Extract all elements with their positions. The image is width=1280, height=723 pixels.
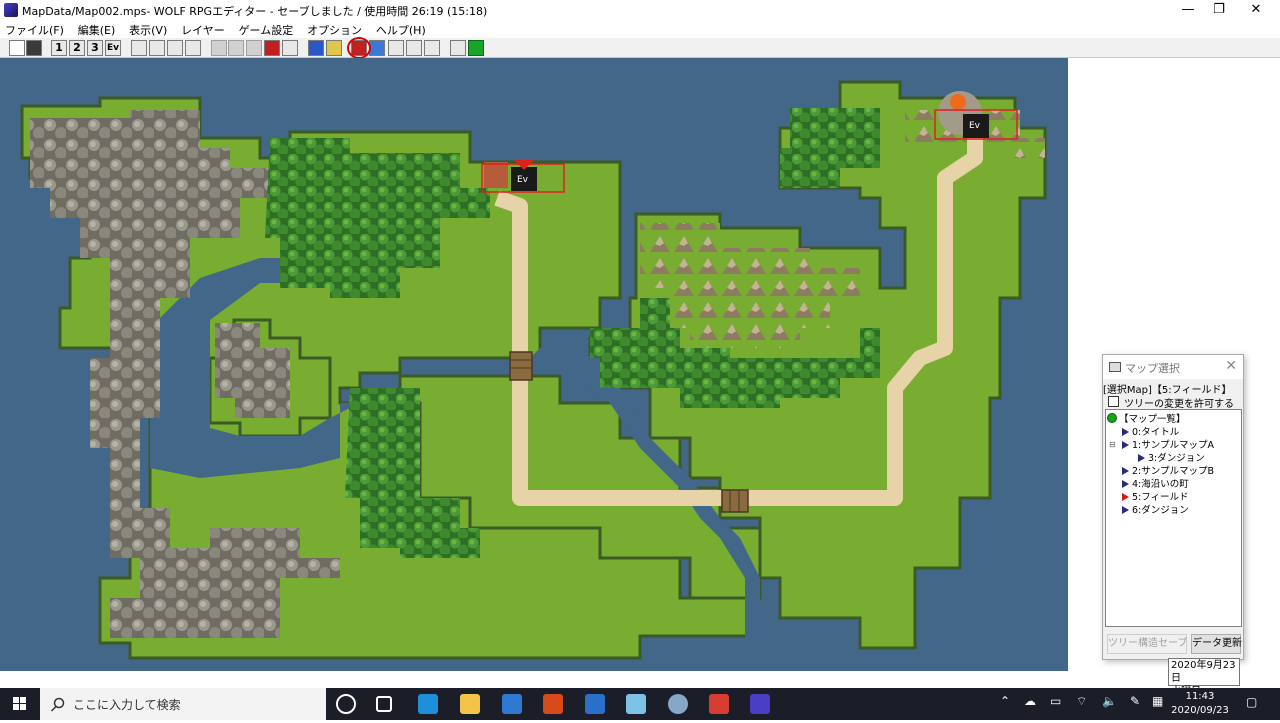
update-data-button[interactable]: データ更新 xyxy=(1191,634,1242,654)
allow-tree-change-label[interactable]: ツリーの変更を許可する xyxy=(1124,395,1234,410)
battery-icon[interactable]: ▭ xyxy=(1050,694,1061,708)
tooltip-date: 2020年9月23日 xyxy=(1171,660,1236,684)
taskbar-clock[interactable]: 11:43 2020/09/23 xyxy=(1170,690,1230,718)
pencil-icon[interactable] xyxy=(211,40,227,56)
windows-icon xyxy=(13,697,26,710)
map-terrain xyxy=(20,80,1047,660)
window-icon[interactable] xyxy=(450,40,466,56)
common-event-icon[interactable] xyxy=(369,40,385,56)
map-icon xyxy=(1122,480,1129,488)
edge-icon[interactable] xyxy=(418,694,438,714)
file-explorer-icon[interactable] xyxy=(460,694,480,714)
window-title: MapData/Map002.mps- WOLF RPGエディター - セーブし… xyxy=(22,5,488,18)
menu-options[interactable]: オプション xyxy=(302,20,367,38)
close-button[interactable]: ✕ xyxy=(1233,0,1279,20)
pen-icon[interactable]: ✎ xyxy=(1130,694,1140,708)
tree-expander-icon[interactable]: ⊟ xyxy=(1109,440,1116,449)
map-tree: 【マップ一覧】 0:タイトル ⊟ 1:サンプルマップA 3:ダンジョン 2:サン… xyxy=(1105,409,1242,627)
wolf-rpg-taskbar-icon[interactable] xyxy=(750,694,770,714)
store-icon[interactable] xyxy=(502,694,522,714)
office-icon[interactable] xyxy=(543,694,563,714)
mail-icon[interactable] xyxy=(709,694,729,714)
event-marker-town[interactable]: Ev xyxy=(517,175,528,185)
menu-layer[interactable]: レイヤー xyxy=(176,20,230,38)
search-icon[interactable] xyxy=(406,40,422,56)
network-icon[interactable]: ⌔ xyxy=(1076,694,1087,709)
paint-icon[interactable] xyxy=(668,694,688,714)
layer-2-button[interactable]: 2 xyxy=(69,40,85,56)
event-layer-button[interactable]: Ev xyxy=(105,40,121,56)
onedrive-icon[interactable]: ☁ xyxy=(1024,694,1036,708)
map-canvas[interactable]: Ev Ev xyxy=(0,58,1068,671)
map-icon xyxy=(1122,506,1129,514)
tree-item-title[interactable]: 0:タイトル xyxy=(1122,426,1179,439)
tree-item-dungeon-3[interactable]: 3:ダンジョン xyxy=(1138,452,1205,465)
map-icon xyxy=(1122,428,1129,436)
save-icon[interactable] xyxy=(26,40,42,56)
fill-tool-icon[interactable] xyxy=(264,40,280,56)
selected-map-icon xyxy=(1122,493,1129,501)
new-file-icon[interactable] xyxy=(9,40,25,56)
close-icon[interactable]: ✕ xyxy=(1225,358,1237,374)
tray-chevron-icon[interactable]: ⌃ xyxy=(1000,694,1010,708)
task-view-icon[interactable] xyxy=(376,696,392,712)
tree-root[interactable]: 【マップ一覧】 xyxy=(1107,413,1186,426)
tree-item-sample-a[interactable]: 1:サンプルマップA xyxy=(1122,439,1214,452)
tool-wrench-icon[interactable] xyxy=(388,40,404,56)
character-icon[interactable] xyxy=(424,40,440,56)
calculator-icon[interactable] xyxy=(585,694,605,714)
menu-bar: ファイル(F) 編集(E) 表示(V) レイヤー ゲーム設定 オプション ヘルプ… xyxy=(0,20,1280,38)
save-tree-button[interactable]: ツリー構造セーブ xyxy=(1107,634,1187,654)
volume-icon[interactable]: 🔈 xyxy=(1102,694,1117,708)
allow-tree-change-checkbox[interactable] xyxy=(1108,396,1119,407)
search-icon xyxy=(50,697,65,712)
cortana-icon[interactable] xyxy=(336,694,356,714)
play-test-icon[interactable] xyxy=(468,40,484,56)
allow-tree-change-row[interactable]: ツリーの変更を許可する xyxy=(1108,394,1238,410)
tree-item-seaside-town[interactable]: 4:海沿いの町 xyxy=(1122,478,1189,491)
red-highlight-circle xyxy=(347,37,371,59)
clock-time: 11:43 xyxy=(1185,691,1215,702)
zoom-3-icon[interactable] xyxy=(167,40,183,56)
tree-item-sample-b[interactable]: 2:サンプルマップB xyxy=(1122,465,1214,478)
tileset-icon[interactable] xyxy=(326,40,342,56)
start-button[interactable] xyxy=(0,688,40,720)
ime-icon[interactable]: ▦ xyxy=(1152,694,1163,708)
menu-file[interactable]: ファイル(F) xyxy=(0,20,69,38)
menu-help[interactable]: ヘルプ(H) xyxy=(371,20,431,38)
window-icon xyxy=(1109,362,1121,372)
taskbar: ここに入力して検索 ⌃ ☁ ▭ ⌔ 🔈 ✎ ▦ 11:43 2020/09/23… xyxy=(0,688,1280,720)
taskbar-search-box[interactable]: ここに入力して検索 xyxy=(40,688,326,720)
zoom-2-icon[interactable] xyxy=(149,40,165,56)
date-tooltip: 2020年9月23日 水曜日 xyxy=(1168,658,1240,697)
layer-3-button[interactable]: 3 xyxy=(87,40,103,56)
notepad-icon[interactable] xyxy=(626,694,646,714)
notification-icon[interactable]: ▢ xyxy=(1246,695,1257,709)
title-bar: MapData/Map002.mps- WOLF RPGエディター - セーブし… xyxy=(0,0,1280,20)
tree-item-field[interactable]: 5:フィールド xyxy=(1122,491,1189,504)
layer-1-button[interactable]: 1 xyxy=(51,40,67,56)
map-select-titlebar[interactable]: マップ選択 ✕ xyxy=(1103,355,1243,379)
map-settings-icon[interactable] xyxy=(308,40,324,56)
zoom-4-icon[interactable] xyxy=(185,40,201,56)
map-icon xyxy=(1138,454,1145,462)
map-icon xyxy=(1122,467,1129,475)
wolf-rpg-app-icon xyxy=(4,3,18,17)
line-tool-icon[interactable] xyxy=(228,40,244,56)
event-marker-volcano[interactable]: Ev xyxy=(969,121,980,131)
tree-item-dungeon-6[interactable]: 6:ダンジョン xyxy=(1122,504,1189,517)
toolbar: 1 2 3 Ev xyxy=(0,38,1280,58)
menu-edit[interactable]: 編集(E) xyxy=(73,20,121,38)
search-placeholder: ここに入力して検索 xyxy=(73,698,181,712)
map-icon xyxy=(1122,441,1129,449)
menu-game-settings[interactable]: ゲーム設定 xyxy=(234,20,299,38)
zoom-1-icon[interactable] xyxy=(131,40,147,56)
rect-tool-icon[interactable] xyxy=(246,40,262,56)
undo-icon[interactable] xyxy=(282,40,298,56)
root-icon xyxy=(1107,413,1117,423)
map-select-window: マップ選択 ✕ [選択Map]【5:フィールド】 ツリーの変更を許可する 【マッ… xyxy=(1102,354,1244,660)
clock-date: 2020/09/23 xyxy=(1171,705,1229,716)
map-select-title: マップ選択 xyxy=(1125,362,1180,375)
menu-view[interactable]: 表示(V) xyxy=(124,20,172,38)
